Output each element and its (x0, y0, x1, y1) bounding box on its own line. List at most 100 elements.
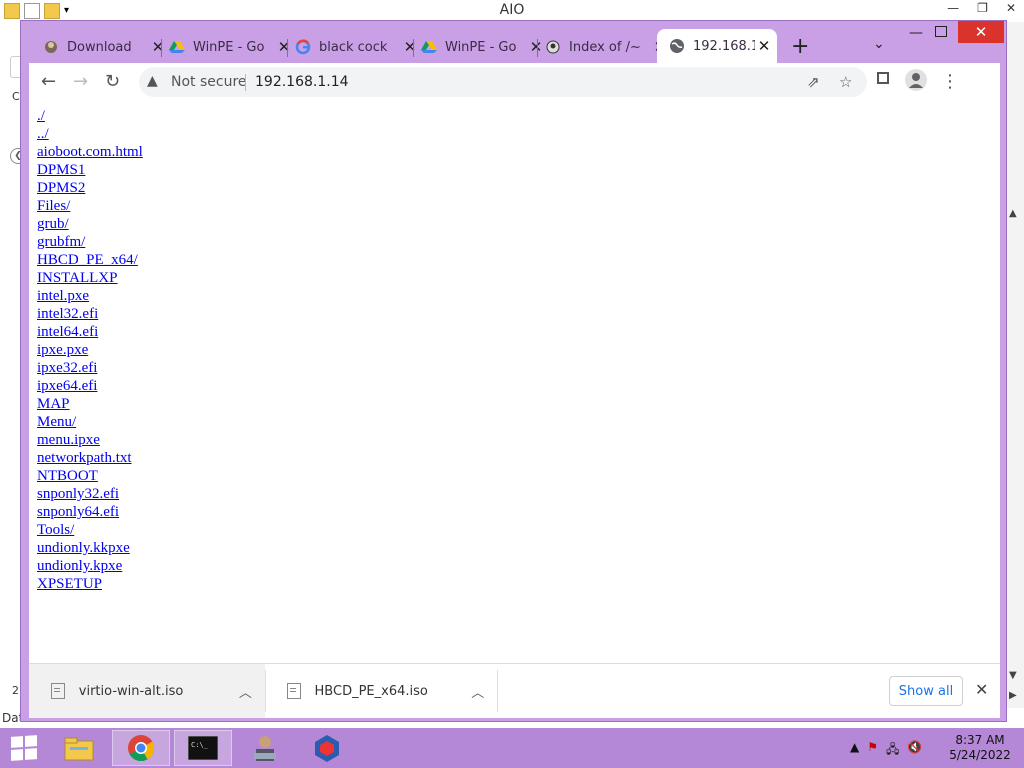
side-panel-icon[interactable] (877, 72, 889, 84)
directory-link[interactable]: aioboot.com.html (37, 144, 143, 160)
svg-text:C:\_: C:\_ (191, 741, 209, 749)
directory-link[interactable]: grub/ (37, 216, 69, 232)
download-item[interactable]: HBCD_PE_x64.iso ︿ (265, 664, 497, 718)
directory-link[interactable]: NTBOOT (37, 468, 98, 484)
show-hidden-icons-icon[interactable]: ▲ (850, 740, 859, 761)
close-downloads-icon[interactable]: ✕ (975, 680, 988, 699)
tab-title: WinPE - Go (445, 39, 517, 55)
directory-link[interactable]: intel32.efi (37, 306, 98, 322)
close-window-button[interactable]: ✕ (958, 21, 1004, 43)
directory-link[interactable]: undionly.kpxe (37, 558, 122, 574)
back-arrow-icon[interactable]: ← (41, 71, 56, 92)
directory-link[interactable]: ipxe.pxe (37, 342, 88, 358)
maximize-icon[interactable] (935, 26, 947, 37)
tab-index-of[interactable]: Index of /~ ✕ (545, 31, 669, 63)
file-icon (287, 683, 301, 699)
close-tab-icon[interactable]: ✕ (401, 38, 419, 56)
taskbar-command-prompt[interactable]: C:\_ (174, 730, 232, 766)
directory-link[interactable]: ./ (37, 108, 45, 124)
directory-link[interactable]: ipxe32.efi (37, 360, 97, 376)
tab-google-search[interactable]: black cock ✕ (295, 31, 419, 63)
chrome-window: Download ✕ WinPE - Go ✕ black cock ✕ Win… (20, 20, 1007, 722)
close-tab-icon[interactable]: ✕ (755, 37, 773, 55)
listing-item: NTBOOT (37, 467, 143, 485)
listing-item: HBCD_PE_x64/ (37, 251, 143, 269)
tab-search-chevron-icon[interactable]: ⌄ (873, 36, 885, 52)
address-bar[interactable]: ▲ Not secure 192.168.1.14 ⇗ ☆ (139, 67, 867, 97)
directory-link[interactable]: Tools/ (37, 522, 74, 538)
index-page-icon (545, 39, 561, 55)
directory-link[interactable]: DPMS1 (37, 162, 85, 178)
listing-item: ipxe64.efi (37, 377, 143, 395)
globe-icon (669, 38, 685, 54)
chevron-up-icon[interactable]: ︿ (459, 682, 497, 701)
file-explorer-icon (64, 737, 94, 761)
taskbar-chrome[interactable] (112, 730, 170, 766)
directory-link[interactable]: undionly.kkpxe (37, 540, 130, 556)
close-icon[interactable]: ✕ (1006, 1, 1016, 15)
scroll-up-icon[interactable]: ▲ (1009, 208, 1017, 219)
close-tab-icon[interactable]: ✕ (149, 38, 167, 56)
directory-link[interactable]: grubfm/ (37, 234, 85, 250)
security-label[interactable]: Not secure (171, 74, 247, 90)
system-tray: ▲ ⚑ 🖧 🔇 (850, 740, 922, 761)
scroll-down-icon[interactable]: ▼ (1009, 670, 1017, 681)
directory-link[interactable]: Menu/ (37, 414, 76, 430)
directory-link[interactable]: networkpath.txt (37, 450, 132, 466)
taskbar-file-explorer[interactable] (50, 730, 108, 766)
close-tab-icon[interactable]: ✕ (275, 38, 293, 56)
background-window-scrollbar[interactable]: ▲ ▼ ▶ (1004, 22, 1024, 712)
new-tab-button[interactable]: + (791, 34, 809, 59)
background-window-title: AIO (499, 2, 525, 18)
network-icon[interactable]: 🖧 (886, 740, 899, 761)
tab-winpe-2[interactable]: WinPE - Go ✕ (421, 31, 545, 63)
directory-link[interactable]: snponly64.efi (37, 504, 119, 520)
profile-avatar-icon[interactable] (905, 69, 927, 91)
action-center-flag-icon[interactable]: ⚑ (867, 740, 878, 761)
directory-link[interactable]: INSTALLXP (37, 270, 117, 286)
directory-link[interactable]: menu.ipxe (37, 432, 100, 448)
directory-link[interactable]: snponly32.efi (37, 486, 119, 502)
restore-icon[interactable]: ❐ (977, 1, 988, 15)
directory-link[interactable]: HBCD_PE_x64/ (37, 252, 138, 268)
listing-item: ipxe.pxe (37, 341, 143, 359)
reload-icon[interactable]: ↻ (105, 71, 120, 92)
directory-link[interactable]: XPSETUP (37, 576, 102, 592)
google-drive-icon (169, 39, 185, 55)
directory-link[interactable]: ../ (37, 126, 49, 142)
taskbar-virtualbox[interactable] (298, 730, 356, 766)
menu-kebab-icon[interactable]: ⋮ (941, 71, 959, 92)
taskbar-clock[interactable]: 8:37 AM 5/24/2022 (940, 733, 1020, 763)
directory-link[interactable]: MAP (37, 396, 70, 412)
listing-item: ./ (37, 107, 143, 125)
warning-triangle-icon[interactable]: ▲ (147, 73, 158, 89)
forward-arrow-icon[interactable]: → (73, 71, 88, 92)
directory-link[interactable]: intel64.efi (37, 324, 98, 340)
chevron-up-icon[interactable]: ︿ (226, 682, 265, 701)
start-button[interactable] (0, 730, 48, 766)
tab-winpe-1[interactable]: WinPE - Go ✕ (169, 31, 293, 63)
listing-item: Tools/ (37, 521, 143, 539)
tab-download[interactable]: Download ✕ (43, 31, 167, 63)
close-tab-icon[interactable]: ✕ (527, 38, 545, 56)
tab-divider (161, 39, 162, 57)
taskbar-user-app[interactable] (236, 730, 294, 766)
directory-link[interactable]: ipxe64.efi (37, 378, 97, 394)
tab-title: Download (67, 39, 132, 55)
volume-muted-icon[interactable]: 🔇 (907, 740, 922, 761)
scroll-right-icon[interactable]: ▶ (1009, 690, 1017, 701)
bookmark-star-icon[interactable]: ☆ (839, 73, 852, 91)
tab-active-local-server[interactable]: 192.168.1.1 ✕ (657, 29, 777, 63)
directory-link[interactable]: DPMS2 (37, 180, 85, 196)
clock-time: 8:37 AM (955, 733, 1005, 747)
directory-link[interactable]: intel.pxe (37, 288, 89, 304)
minimize-icon[interactable]: — (947, 1, 959, 15)
show-all-button[interactable]: Show all (889, 676, 963, 706)
url-text[interactable]: 192.168.1.14 (255, 74, 349, 90)
share-icon[interactable]: ⇗ (807, 73, 820, 91)
directory-link[interactable]: Files/ (37, 198, 70, 214)
listing-item: snponly64.efi (37, 503, 143, 521)
minimize-icon[interactable]: — (909, 25, 923, 41)
download-item[interactable]: virtio-win-alt.iso ︿ (29, 664, 265, 718)
virtualbox-icon (315, 735, 339, 762)
